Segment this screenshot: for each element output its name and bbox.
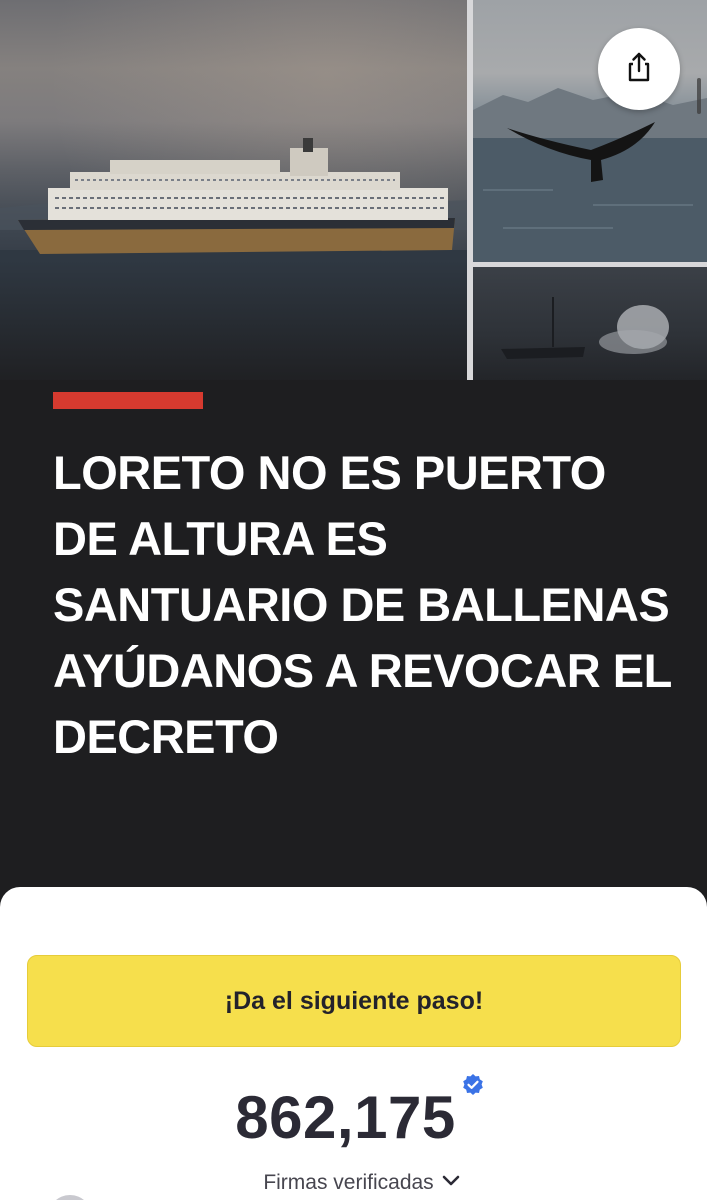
hero-image-collage [0, 0, 707, 380]
share-icon [624, 51, 654, 88]
share-button[interactable] [598, 28, 680, 110]
whale-tail-photo [473, 0, 707, 262]
signatures-caption-row[interactable]: Firmas verificadas [0, 1171, 707, 1195]
petition-title: LORETO NO ES PUERTO DE ALTURA ES SANTUAR… [53, 446, 672, 763]
accent-bar [53, 392, 203, 409]
cruise-ship-photo [0, 0, 467, 380]
chevron-down-icon[interactable] [441, 1174, 461, 1188]
signature-card: ¡Da el siguiente paso! 862,175 Firmas ve… [0, 887, 707, 1200]
avatar [48, 1195, 92, 1200]
whale-spout-photo [473, 267, 707, 380]
signatures-caption: Firmas verificadas [263, 1171, 434, 1194]
petition-page: LORETO NO ES PUERTO DE ALTURA ES SANTUAR… [0, 0, 707, 1200]
signature-count-row: 862,175 [0, 1079, 707, 1157]
verified-badge-icon [461, 1073, 485, 1097]
signature-count: 862,175 [235, 1084, 456, 1151]
next-step-button[interactable]: ¡Da el siguiente paso! [27, 955, 681, 1047]
scrollbar[interactable] [697, 78, 701, 114]
